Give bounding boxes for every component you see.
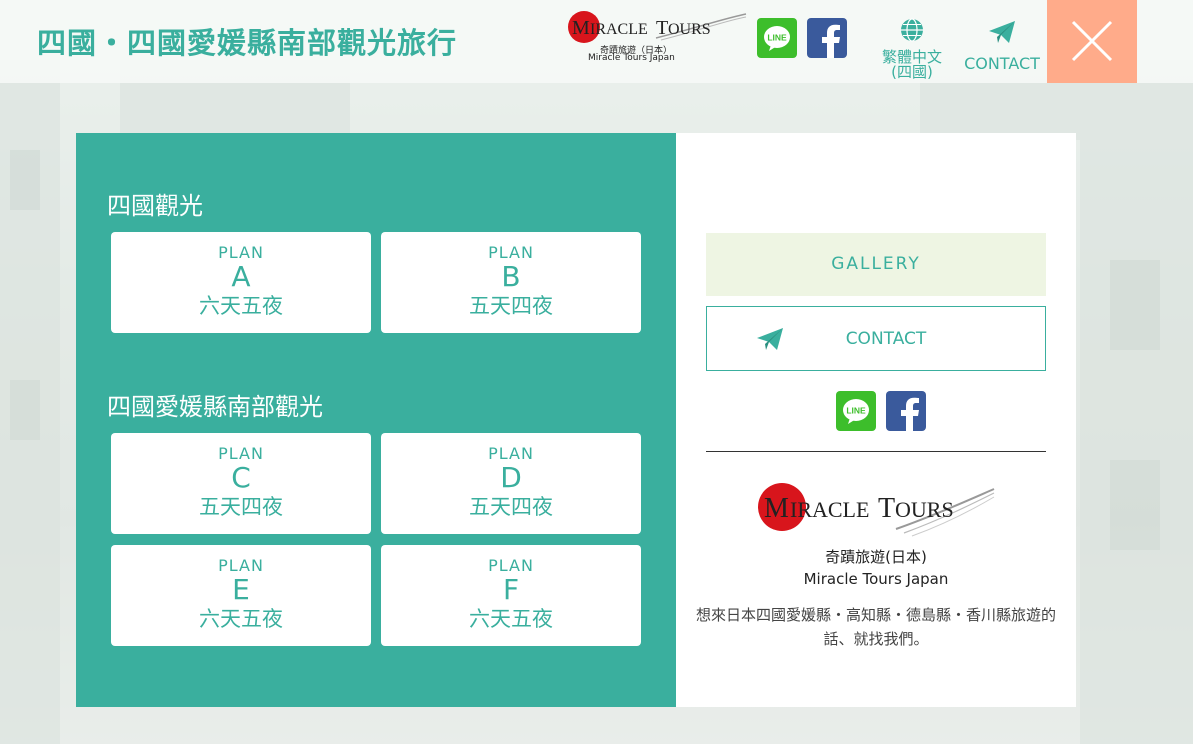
paper-plane-icon (989, 21, 1015, 43)
plan-duration: 五天四夜 (199, 495, 283, 519)
svg-text:OURS: OURS (668, 21, 711, 38)
brand-logo-large: M IRACLE T OURS (756, 481, 996, 541)
plan-card-f[interactable]: PLAN F 六天五夜 (381, 545, 641, 646)
svg-text:OURS: OURS (895, 497, 954, 522)
svg-text:M: M (764, 493, 789, 524)
miracle-tours-logo-icon: M IRACLE T OURS (758, 483, 995, 537)
header-contact-button[interactable]: CONTACT (960, 20, 1044, 76)
plan-card-e[interactable]: PLAN E 六天五夜 (111, 545, 371, 646)
plan-duration: 六天五夜 (199, 607, 283, 631)
language-label: 繁體中文(四國) (881, 48, 942, 81)
plan-card-b[interactable]: PLAN B 五天四夜 (381, 232, 641, 333)
close-menu-button[interactable] (1047, 0, 1137, 83)
plan-letter: E (232, 573, 250, 606)
svg-text:IRACLE: IRACLE (790, 497, 869, 522)
section-heading-shikoku: 四國觀光 (107, 192, 203, 220)
section-heading-ehime-south: 四國愛媛縣南部觀光 (107, 393, 323, 421)
facebook-link[interactable] (807, 18, 847, 58)
plan-card-a[interactable]: PLAN A 六天五夜 (111, 232, 371, 333)
header-contact-label: CONTACT (964, 54, 1040, 73)
plan-letter: D (500, 461, 522, 494)
close-icon (1071, 20, 1113, 62)
company-name-en: Miracle Tours Japan (803, 570, 949, 588)
plan-duration: 五天四夜 (469, 495, 553, 519)
facebook-icon (822, 24, 840, 58)
gallery-button[interactable]: GALLERY (706, 233, 1046, 296)
plan-duration: 六天五夜 (469, 607, 553, 631)
svg-text:IRACLE: IRACLE (590, 21, 648, 38)
miracle-tours-logo-icon: M IRACLE T OURS (568, 11, 747, 43)
plan-card-d[interactable]: PLAN D 五天四夜 (381, 433, 641, 534)
site-title[interactable]: 四國・四國愛媛縣南部觀光旅行 (37, 20, 457, 62)
facebook-icon (901, 397, 919, 431)
globe-icon (901, 18, 923, 42)
plan-menu-panel: 四國觀光 PLAN A 六天五夜 PLAN B 五天四夜 四國愛媛縣南部觀光 P… (76, 133, 676, 707)
contact-button[interactable]: CONTACT (706, 306, 1046, 371)
plan-letter: B (501, 260, 521, 293)
svg-text:LINE: LINE (767, 33, 787, 43)
plan-duration: 六天五夜 (199, 294, 283, 318)
info-panel: GALLERY CONTACT LINE M IRACLE T OURS 奇蹟旅… (676, 133, 1076, 707)
plan-letter: A (231, 260, 251, 293)
svg-text:M: M (572, 17, 590, 39)
contact-button-label: CONTACT (845, 329, 927, 349)
line-link[interactable]: LINE (757, 18, 797, 58)
company-name-ja: 奇蹟旅遊(日本) (825, 548, 927, 566)
plan-letter: F (502, 573, 520, 606)
line-icon: LINE (764, 26, 790, 51)
svg-text:T: T (878, 493, 895, 524)
svg-text:T: T (656, 17, 668, 39)
line-link[interactable]: LINE (836, 391, 876, 431)
brand-logo[interactable]: M IRACLE T OURS 奇蹟旅遊（日本） Miracle Tours J… (566, 8, 748, 66)
site-header: 四國・四國愛媛縣南部觀光旅行 M IRACLE T OURS 奇蹟旅遊（日本） … (0, 0, 1193, 83)
svg-text:LINE: LINE (846, 406, 866, 416)
facebook-link[interactable] (886, 391, 926, 431)
language-selector[interactable]: 繁體中文(四國) (876, 18, 948, 81)
plan-letter: C (231, 461, 251, 494)
line-icon: LINE (843, 399, 869, 424)
logo-subtitle-en: Miracle Tours Japan (588, 53, 675, 63)
company-description: 想來日本四國愛媛縣・高知縣・德島縣・香川縣旅遊的話、就找我們。 (696, 606, 1057, 648)
plan-card-c[interactable]: PLAN C 五天四夜 (111, 433, 371, 534)
divider (706, 451, 1046, 452)
plan-duration: 五天四夜 (469, 294, 553, 318)
